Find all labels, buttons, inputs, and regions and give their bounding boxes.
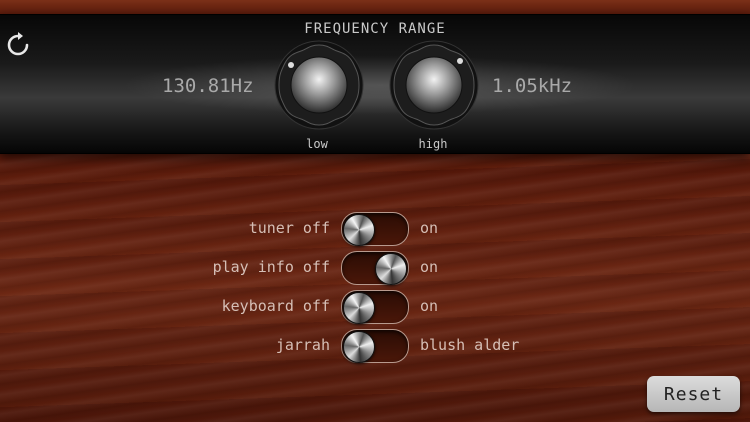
keyboard-toggle[interactable] xyxy=(341,290,409,324)
wood-top-strip xyxy=(0,0,750,14)
toggle-thumb xyxy=(343,292,375,324)
wood-type-toggle[interactable] xyxy=(341,329,409,363)
toggle-row-keyboard: keyboard off on xyxy=(0,289,750,325)
tuner-toggle[interactable] xyxy=(341,212,409,246)
toggle-row-tuner: tuner off on xyxy=(0,211,750,247)
keyboard-off-label: keyboard off xyxy=(221,297,330,315)
play-info-on-label: on xyxy=(420,258,439,276)
tuner-on-label: on xyxy=(420,219,439,237)
play-info-toggle[interactable] xyxy=(341,251,409,285)
tuner-off-label: tuner off xyxy=(248,219,330,237)
low-knob-label: low xyxy=(306,137,328,151)
keyboard-on-label: on xyxy=(420,297,439,315)
toggle-row-play-info: play info off on xyxy=(0,250,750,286)
high-knob-label: high xyxy=(418,137,448,151)
play-info-off-label: play info off xyxy=(212,258,330,276)
high-frequency-value: 1.05kHz xyxy=(492,75,573,97)
low-frequency-value: 130.81Hz xyxy=(162,75,254,97)
panel-title: FREQUENCY RANGE xyxy=(304,21,446,37)
toggle-thumb xyxy=(343,331,375,363)
reset-button[interactable]: Reset xyxy=(647,376,740,412)
toggle-thumb xyxy=(375,253,407,285)
toggle-thumb xyxy=(343,214,375,246)
frequency-range-panel: FREQUENCY RANGE 130.81Hz 1.05kHz low hig… xyxy=(0,14,750,154)
wood-jarrah-label: jarrah xyxy=(275,336,330,354)
low-frequency-knob[interactable] xyxy=(273,39,365,131)
high-frequency-knob[interactable] xyxy=(388,39,480,131)
toggle-row-wood: jarrah blush alder xyxy=(0,328,750,364)
wood-blush-alder-label: blush alder xyxy=(420,336,520,354)
